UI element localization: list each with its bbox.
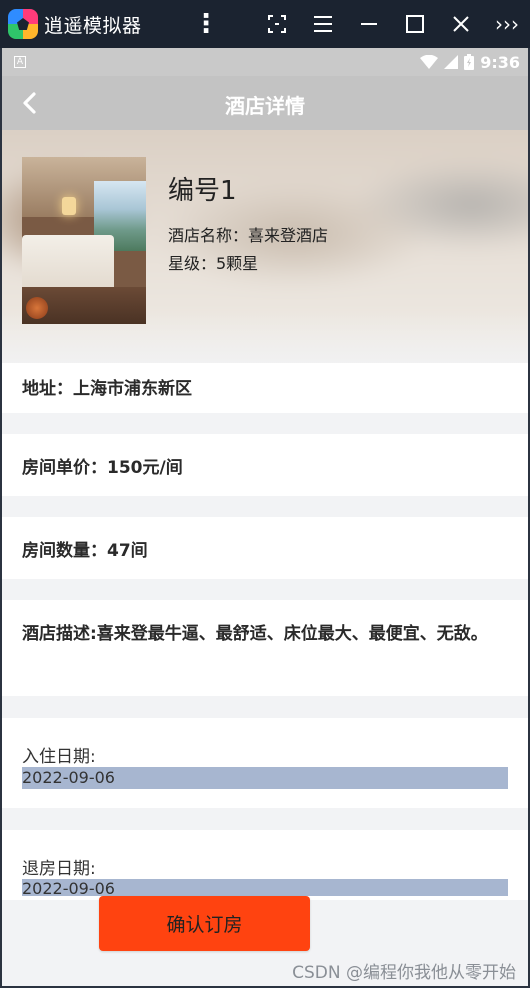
signal-icon — [444, 55, 459, 69]
app-header: 酒店详情 — [0, 76, 530, 130]
emulator-title: 逍遥模拟器 — [44, 14, 142, 37]
expand-sidebar-icon[interactable]: ››› — [484, 0, 530, 48]
emulator-title-bar: 逍遥模拟器 ⋮ ››› — [0, 0, 530, 48]
page-title: 酒店详情 — [225, 94, 305, 118]
checkout-card: 退房日期: 2022-09-06 — [0, 830, 530, 900]
close-icon[interactable] — [438, 0, 484, 48]
battery-icon — [464, 54, 475, 70]
menu-icon[interactable] — [300, 0, 346, 48]
csdn-watermark: CSDN @编程你我他从零开始 — [292, 963, 516, 983]
hotel-address: 地址：上海市浦东新区 — [22, 379, 192, 399]
maximize-icon[interactable] — [392, 0, 438, 48]
room-count-card: 房间数量：47间 — [0, 517, 530, 579]
wifi-icon — [420, 55, 439, 69]
notification-icon: A — [14, 56, 26, 68]
hotel-name: 酒店名称：喜来登酒店 — [168, 226, 329, 245]
room-count: 房间数量：47间 — [22, 541, 148, 561]
emulator-logo-icon — [8, 9, 38, 39]
screenshot-frame-icon[interactable] — [254, 0, 300, 48]
checkout-label: 退房日期: — [22, 859, 96, 879]
more-menu-icon[interactable]: ⋮ — [186, 0, 226, 48]
checkin-date-input[interactable]: 2022-09-06 — [22, 767, 508, 789]
room-price: 房间单价：150元/间 — [22, 458, 183, 478]
hotel-hero: 编号1 酒店名称：喜来登酒店 星级：5颗星 — [0, 130, 530, 370]
confirm-booking-button[interactable]: 确认订房 — [99, 896, 310, 951]
hotel-description: 酒店描述:喜来登最牛逼、最舒适、床位最大、最便宜、无敌。 — [22, 624, 488, 644]
hotel-room-image — [22, 157, 146, 324]
status-time: 9:36 — [480, 52, 520, 72]
price-card: 房间单价：150元/间 — [0, 434, 530, 496]
checkin-card: 入住日期: 2022-09-06 — [0, 718, 530, 808]
hotel-code: 编号1 — [168, 176, 237, 206]
description-card: 酒店描述:喜来登最牛逼、最舒适、床位最大、最便宜、无敌。 — [0, 600, 530, 696]
minimize-icon[interactable] — [346, 0, 392, 48]
address-card: 地址：上海市浦东新区 — [0, 363, 530, 413]
hotel-star-rating: 星级：5颗星 — [168, 254, 259, 273]
checkout-date-input[interactable]: 2022-09-06 — [22, 879, 508, 896]
checkin-label: 入住日期: — [22, 747, 96, 767]
status-bar: A 9:36 — [0, 48, 530, 76]
